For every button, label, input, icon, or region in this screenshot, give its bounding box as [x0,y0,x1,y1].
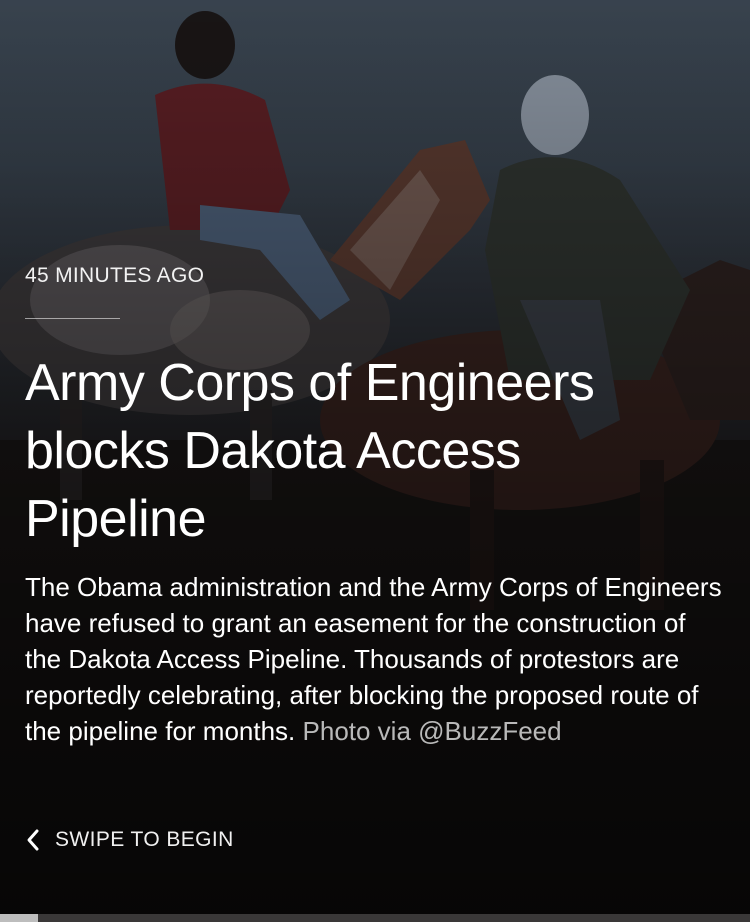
story-headline: Army Corps of Engineers blocks Dakota Ac… [25,354,595,548]
swipe-to-begin-button[interactable]: SWIPE TO BEGIN [25,828,234,852]
swipe-label: SWIPE TO BEGIN [55,828,234,851]
photo-credit: Photo via @BuzzFeed [302,716,562,746]
timestamp-divider [25,318,120,319]
story-progress-bar [0,914,750,922]
story-summary: The Obama administration and the Army Co… [25,569,725,749]
story-screen[interactable]: 45 MINUTES AGO Army Corps of Engineers b… [0,0,750,922]
story-content: 45 MINUTES AGO Army Corps of Engineers b… [25,262,725,749]
chevron-left-icon [25,828,41,852]
story-timestamp: 45 MINUTES AGO [25,264,205,287]
story-progress-fill [0,914,38,922]
